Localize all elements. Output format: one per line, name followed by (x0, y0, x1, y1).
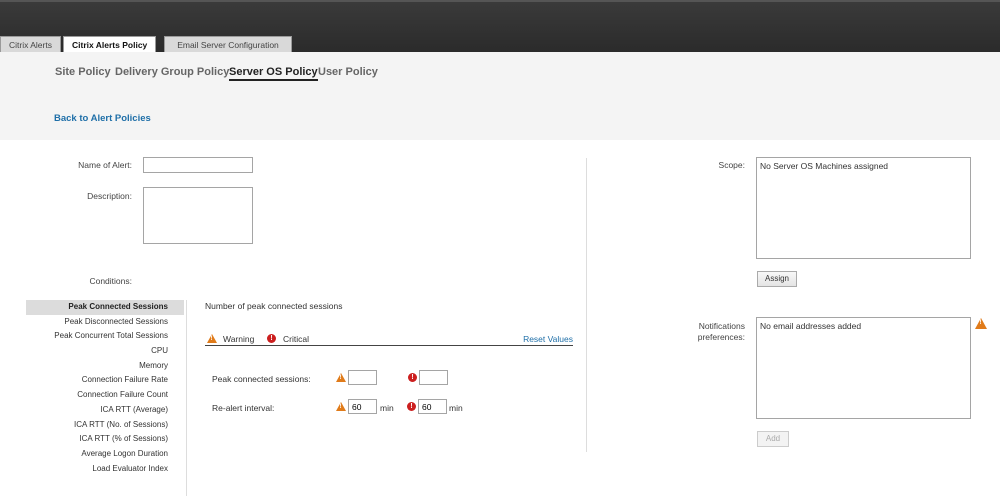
condition-cpu[interactable]: CPU (26, 344, 184, 359)
tab-email-server-configuration[interactable]: Email Server Configuration (164, 36, 292, 52)
realert-critical-icon: ! (407, 402, 416, 411)
name-of-alert-input[interactable] (143, 157, 253, 173)
condition-peak-disconnected-sessions[interactable]: Peak Disconnected Sessions (26, 315, 184, 330)
condition-connection-failure-rate[interactable]: Connection Failure Rate (26, 373, 184, 388)
scope-value: No Server OS Machines assigned (760, 161, 889, 171)
add-button[interactable]: Add (757, 431, 789, 447)
critical-icon: ! (267, 334, 276, 343)
scope-box[interactable]: No Server OS Machines assigned (756, 157, 971, 259)
conditions-list: Peak Connected Sessions Peak Disconnecte… (26, 300, 184, 476)
nav-delivery-group-policy[interactable]: Delivery Group Policy (115, 66, 229, 78)
critical-header-label: Critical (283, 334, 309, 344)
preferences-label: preferences: (697, 332, 745, 342)
condition-load-evaluator-index[interactable]: Load Evaluator Index (26, 462, 184, 477)
reset-values-link[interactable]: Reset Values (523, 334, 573, 344)
warning-icon (207, 334, 217, 343)
peak-critical-icon: ! (408, 373, 417, 382)
description-textarea[interactable] (143, 187, 253, 244)
condition-detail-title: Number of peak connected sessions (205, 301, 343, 311)
realert-critical-unit: min (449, 403, 463, 413)
condition-ica-rtt-average[interactable]: ICA RTT (Average) (26, 403, 184, 418)
description-label: Description: (87, 191, 132, 201)
nav-site-policy[interactable]: Site Policy (55, 66, 111, 78)
warning-header-label: Warning (223, 334, 255, 344)
conditions-label: Conditions: (89, 276, 132, 286)
condition-ica-rtt-no-of-sessions[interactable]: ICA RTT (No. of Sessions) (26, 418, 184, 433)
peak-warning-icon (336, 373, 346, 382)
realert-warning-input[interactable] (348, 399, 377, 414)
condition-memory[interactable]: Memory (26, 359, 184, 374)
threshold-header: Warning ! Critical Reset Values (205, 333, 573, 346)
notifications-warning-icon (975, 318, 987, 329)
condition-average-logon-duration[interactable]: Average Logon Duration (26, 447, 184, 462)
assign-button[interactable]: Assign (757, 271, 797, 287)
peak-connected-sessions-label: Peak connected sessions: (212, 374, 311, 384)
condition-peak-concurrent-total-sessions[interactable]: Peak Concurrent Total Sessions (26, 329, 184, 344)
scope-label: Scope: (718, 160, 745, 170)
tab-citrix-alerts-policy[interactable]: Citrix Alerts Policy (63, 36, 157, 53)
condition-peak-connected-sessions[interactable]: Peak Connected Sessions (26, 300, 184, 315)
realert-critical-input[interactable] (418, 399, 447, 414)
nav-server-os-policy[interactable]: Server OS Policy (229, 66, 318, 81)
notifications-value: No email addresses added (760, 321, 862, 331)
realert-interval-label: Re-alert interval: (212, 403, 275, 413)
condition-ica-rtt-percent-of-sessions[interactable]: ICA RTT (% of Sessions) (26, 432, 184, 447)
peak-warning-input[interactable] (348, 370, 377, 385)
tab-citrix-alerts[interactable]: Citrix Alerts (0, 36, 61, 52)
realert-warning-icon (336, 402, 346, 411)
conditions-divider (186, 300, 187, 496)
notifications-box[interactable]: No email addresses added (756, 317, 971, 419)
condition-connection-failure-count[interactable]: Connection Failure Count (26, 388, 184, 403)
notifications-label: Notifications (698, 321, 745, 331)
realert-warning-unit: min (380, 403, 394, 413)
panel-divider (586, 158, 587, 452)
peak-critical-input[interactable] (419, 370, 448, 385)
back-to-alert-policies-link[interactable]: Back to Alert Policies (54, 113, 151, 124)
name-of-alert-label: Name of Alert: (78, 160, 132, 170)
nav-user-policy[interactable]: User Policy (318, 66, 378, 78)
